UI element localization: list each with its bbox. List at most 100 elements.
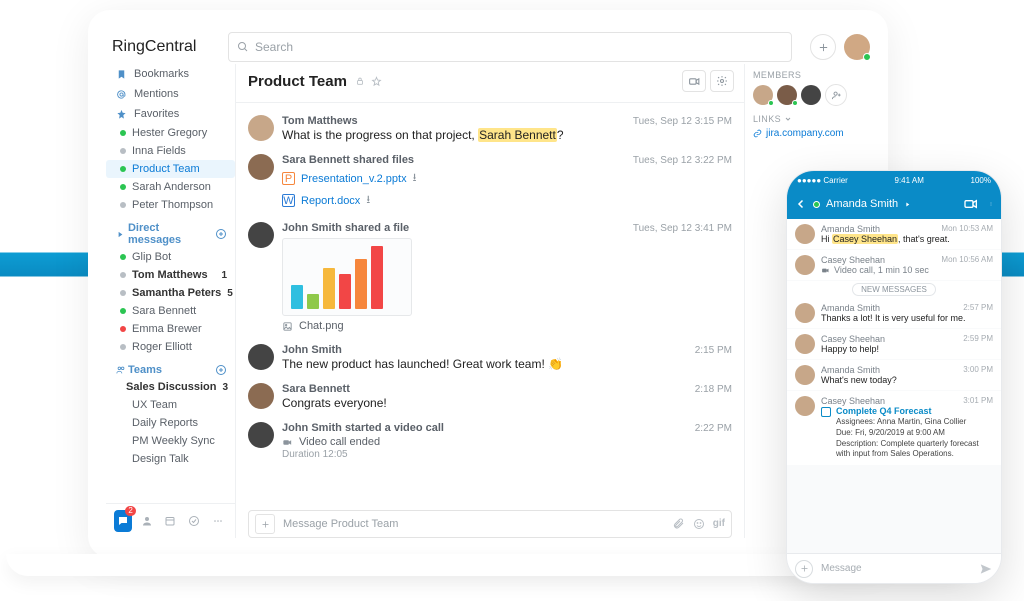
message: John Smith shared a fileTues, Sep 12 3:4…: [236, 216, 744, 338]
footer-messages-button[interactable]: 2: [114, 510, 132, 532]
star-icon: [116, 109, 128, 120]
caret-icon: [116, 230, 128, 239]
back-button[interactable]: [795, 198, 807, 210]
sidebar-footer: 2: [106, 503, 235, 538]
sidebar-bookmarks[interactable]: Bookmarks: [106, 64, 235, 84]
more-icon[interactable]: [989, 197, 993, 211]
sidebar-favorites-header[interactable]: Favorites: [106, 104, 235, 124]
sidebar-item[interactable]: Sales Discussion3: [106, 378, 235, 396]
phone-statusbar: ●●●●● Carrier 9:41 AM 100%: [787, 171, 1001, 189]
send-button[interactable]: [979, 562, 993, 576]
message: John Smith started a video call2:22 PMVi…: [236, 416, 744, 466]
chat-header: Product Team: [236, 64, 744, 103]
sidebar-mentions[interactable]: Mentions: [106, 84, 235, 104]
emoji-icon[interactable]: [693, 518, 705, 530]
composer-placeholder: Message Product Team: [283, 518, 398, 530]
message: John Smith2:15 PMThe new product has lau…: [236, 338, 744, 377]
member-avatar[interactable]: [801, 85, 821, 105]
phone-add-button[interactable]: [795, 560, 813, 578]
members-row: [753, 84, 862, 106]
sidebar-item[interactable]: PM Weekly Sync: [106, 432, 235, 450]
gif-button[interactable]: gif: [713, 518, 725, 530]
phone-message: Casey SheehanMon 10:56 AMVideo call, 1 m…: [787, 250, 1001, 280]
search-icon: [237, 41, 249, 53]
add-dm-button[interactable]: [215, 228, 227, 240]
link-item[interactable]: jira.company.com: [753, 128, 862, 139]
video-icon[interactable]: [963, 196, 979, 212]
sidebar-item[interactable]: UX Team: [106, 396, 235, 414]
send-icon: [979, 562, 993, 576]
ellipsis-icon: [212, 515, 224, 527]
at-icon: [116, 89, 128, 100]
phone-message-list[interactable]: Amanda SmithMon 10:53 AMHi Casey Sheehan…: [787, 219, 1001, 553]
footer-calendar-button[interactable]: [162, 510, 180, 532]
sidebar-item[interactable]: Sara Bennett: [106, 302, 235, 320]
sidebar-item[interactable]: Design Talk: [106, 450, 235, 468]
phone-frame: ●●●●● Carrier 9:41 AM 100% Amanda Smith …: [786, 170, 1002, 584]
message: Tom MatthewsTues, Sep 12 3:15 PMWhat is …: [236, 109, 744, 148]
star-outline-icon[interactable]: [371, 76, 382, 87]
sidebar-item[interactable]: Tom Matthews1: [106, 266, 235, 284]
phone-title: Amanda Smith: [826, 198, 898, 210]
member-avatar[interactable]: [753, 85, 773, 105]
message-list[interactable]: Tom MatthewsTues, Sep 12 3:15 PMWhat is …: [236, 103, 744, 504]
check-icon: [188, 515, 200, 527]
video-call-button[interactable]: [682, 70, 706, 92]
phone-composer[interactable]: Message: [787, 553, 1001, 583]
sidebar-item[interactable]: Product Team: [106, 160, 235, 178]
phone-message: Amanda Smith2:57 PMThanks a lot! It is v…: [787, 298, 1001, 328]
sidebar-item[interactable]: Hester Gregory: [106, 124, 235, 142]
presence-dot: [863, 53, 871, 61]
phone-message: Casey Sheehan3:01 PMComplete Q4 Forecast…: [787, 391, 1001, 465]
add-person-icon: [831, 90, 842, 101]
links-heading[interactable]: LINKS: [753, 114, 862, 124]
footer-more-button[interactable]: [209, 510, 227, 532]
chevron-left-icon: [795, 198, 807, 210]
bookmark-icon: [116, 69, 128, 80]
message: Sara Bennett shared filesTues, Sep 12 3:…: [236, 148, 744, 216]
add-button[interactable]: [810, 34, 836, 60]
sidebar-item[interactable]: Inna Fields: [106, 142, 235, 160]
sidebar-item[interactable]: Glip Bot: [106, 248, 235, 266]
app-window: RingCentral Search Bookmarks: [106, 30, 870, 538]
search-placeholder: Search: [255, 40, 293, 54]
calendar-icon: [164, 515, 176, 527]
top-bar: RingCentral Search: [106, 30, 870, 64]
sidebar-item[interactable]: Daily Reports: [106, 414, 235, 432]
phone-message: Amanda Smith3:00 PMWhat's new today?: [787, 360, 1001, 390]
gear-icon: [716, 75, 728, 87]
laptop-frame: RingCentral Search Bookmarks: [88, 10, 888, 558]
sidebar-teams-header[interactable]: Teams: [106, 356, 235, 378]
footer-tasks-button[interactable]: [185, 510, 203, 532]
sidebar-item[interactable]: Emma Brewer: [106, 320, 235, 338]
sidebar-item[interactable]: Peter Thompson: [106, 196, 235, 214]
members-heading: MEMBERS: [753, 70, 862, 80]
video-icon: [688, 75, 701, 88]
message-composer[interactable]: Message Product Team gif: [248, 510, 732, 538]
member-avatar[interactable]: [777, 85, 797, 105]
current-user-avatar[interactable]: [844, 34, 870, 60]
add-team-button[interactable]: [215, 364, 227, 376]
footer-contacts-button[interactable]: [138, 510, 156, 532]
brand-logo: RingCentral: [106, 38, 228, 56]
presence-dot: [813, 201, 820, 208]
main-area: Bookmarks Mentions Favorites Hester Greg…: [106, 64, 870, 538]
search-input[interactable]: Search: [228, 32, 792, 62]
sidebar-item[interactable]: Sarah Anderson: [106, 178, 235, 196]
sidebar-dm-header[interactable]: Direct messages: [106, 214, 235, 248]
phone-message: Casey Sheehan2:59 PMHappy to help!: [787, 329, 1001, 359]
settings-button[interactable]: [710, 70, 734, 92]
lock-icon: [355, 76, 365, 86]
phone-header: Amanda Smith: [787, 189, 1001, 219]
chat-pane: Product Team Tom MatthewsTues, Sep 12 3:…: [236, 64, 744, 538]
attach-icon[interactable]: [673, 518, 685, 530]
add-member-button[interactable]: [825, 84, 847, 106]
message: Sara Bennett2:18 PMCongrats everyone!: [236, 377, 744, 416]
teams-icon: [116, 365, 128, 375]
unread-badge: 2: [125, 506, 135, 516]
sidebar-item[interactable]: Roger Elliott: [106, 338, 235, 356]
composer-add-button[interactable]: [255, 514, 275, 534]
chat-icon: [117, 515, 129, 527]
sidebar-item[interactable]: Samantha Peters5: [106, 284, 235, 302]
chevron-down-icon: [784, 115, 792, 123]
